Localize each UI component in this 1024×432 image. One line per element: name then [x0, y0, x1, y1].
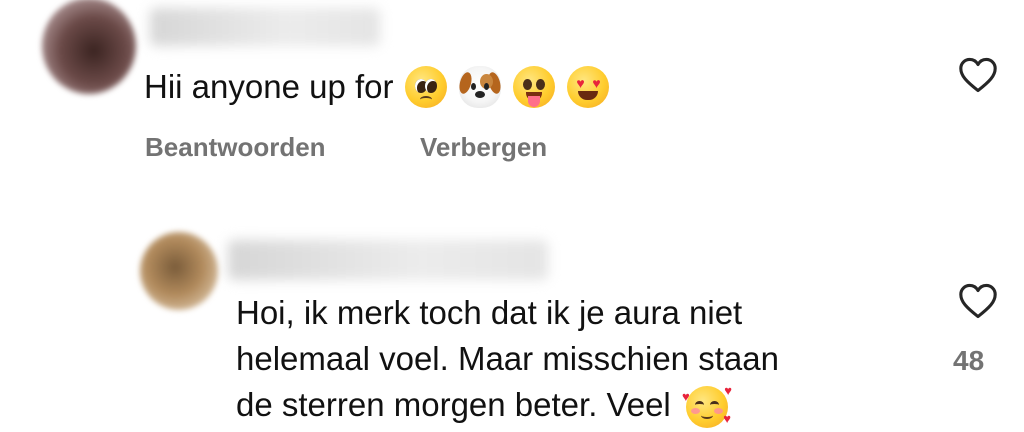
- comment-line: de sterren morgen beter. Veel ♥ ♥ ♥: [236, 382, 779, 429]
- comment-line: Hoi, ik merk toch dat ik je aura niet: [236, 294, 743, 331]
- username-redacted[interactable]: [150, 8, 380, 46]
- username-redacted[interactable]: [228, 240, 548, 280]
- comment-line: helemaal voel. Maar misschien staan: [236, 340, 779, 377]
- reply-button[interactable]: Beantwoorden: [145, 132, 326, 163]
- pleading-face-icon: [405, 66, 448, 108]
- dog-face-icon: [457, 66, 504, 108]
- reply-comment-text: Hoi, ik merk toch dat ik je aura niet he…: [236, 290, 779, 429]
- like-count: 48: [953, 345, 985, 376]
- smiling-face-with-hearts-icon: ♥ ♥ ♥: [681, 383, 732, 429]
- comment-body: Hii anyone up for: [144, 68, 394, 105]
- face-with-tongue-icon: [513, 66, 556, 108]
- avatar[interactable]: [140, 232, 218, 310]
- heart-eyes-face-icon: ♥ ♥: [567, 66, 610, 108]
- avatar[interactable]: [42, 0, 136, 94]
- like-heart-icon[interactable]: [958, 57, 998, 93]
- hide-button[interactable]: Verbergen: [420, 132, 547, 163]
- comment-text: Hii anyone up for ♥ ♥: [144, 64, 610, 110]
- comment-line-text: de sterren morgen beter. Veel: [236, 386, 671, 423]
- like-heart-icon[interactable]: [958, 283, 998, 319]
